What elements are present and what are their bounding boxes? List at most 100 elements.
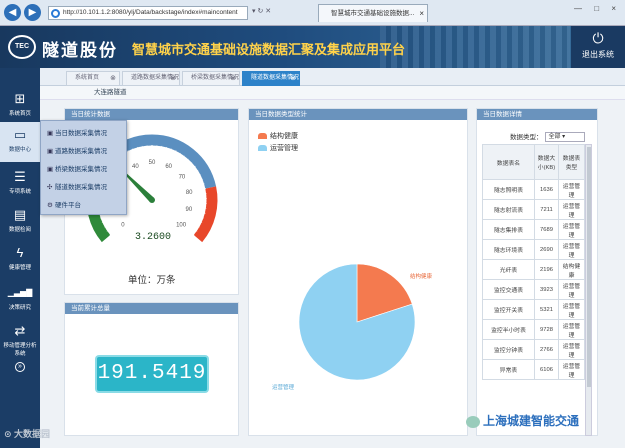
cumulative-counter: 191.5419: [97, 357, 207, 391]
column-header: 数据表类型: [558, 144, 585, 180]
gauge-tick: [182, 155, 185, 160]
table-row[interactable]: 监控开关表 5321 运营管理: [482, 299, 585, 320]
legend-swatch: [258, 133, 267, 140]
table-cell: 5321: [534, 299, 559, 320]
legend-label: 结构健康: [270, 133, 298, 140]
gauge-tick: [185, 158, 189, 163]
column-header: 数据大小(KB): [534, 144, 559, 180]
table-cell: 隧志环境表: [482, 239, 535, 260]
table-cell: 运营管理: [558, 359, 585, 380]
gauge-tick: [186, 229, 195, 236]
pie-chart: [298, 263, 416, 381]
table-cell: 运营管理: [558, 239, 585, 260]
table-cell: 运营管理: [558, 279, 585, 300]
flyout-label: 硬件平台: [55, 202, 81, 209]
tunnel-icon: ✣: [47, 184, 53, 191]
legend-item-operation[interactable]: 运营管理: [258, 143, 298, 153]
table-cell: 2196: [534, 259, 559, 280]
table-cell: 监控分钟表: [482, 339, 535, 360]
gauge-tick: [200, 183, 205, 186]
gauge-hub: [149, 197, 155, 203]
gauge-tick-label: 100: [176, 222, 187, 228]
flyout-item-road[interactable]: ▣ 道路数据采集情况: [47, 145, 107, 155]
wechat-icon: [466, 415, 480, 428]
table-row[interactable]: 光纤表 2196 结构健康: [482, 259, 585, 280]
flyout-label: 道路数据采集情况: [55, 148, 107, 155]
gauge-unit: 单位：万条: [128, 275, 176, 286]
gauge-tick-label: 60: [165, 164, 172, 170]
table-row[interactable]: 异常表 6106 运营管理: [482, 359, 585, 380]
pie-label-operation: 运营管理: [272, 385, 295, 391]
table-cell: 7689: [534, 219, 559, 240]
gauge-tick: [132, 148, 135, 153]
gauge-tick-label: 0: [121, 222, 125, 228]
gauge-tick-label: 70: [179, 175, 186, 181]
table-row[interactable]: 监控交通表 3923 运营管理: [482, 279, 585, 300]
detail-table: 数据表名 数据大小(KB) 数据表类型 隧志照明表 1636 运营管理 隧志射流表 72…: [482, 144, 585, 380]
gauge-tick: [199, 178, 203, 181]
gauge-tick: [99, 216, 104, 219]
gauge-tick: [193, 228, 198, 232]
type-filter: 数据类型： 全部 ▾: [510, 131, 585, 143]
flyout-item-hardware[interactable]: ⚙ 硬件平台: [47, 199, 81, 209]
type-select[interactable]: 全部 ▾: [544, 132, 585, 143]
gauge-tick: [202, 207, 207, 209]
table-cell: 监控交通表: [482, 279, 535, 300]
type-filter-label: 数据类型：: [510, 134, 543, 141]
table-row[interactable]: 隧志射流表 7211 运营管理: [482, 199, 585, 220]
table-cell: 结构健康: [558, 259, 585, 280]
gauge-tick: [109, 229, 118, 236]
table-cell: 异常表: [482, 359, 535, 380]
gauge-tick-label: 50: [149, 160, 156, 166]
gauge-tick: [196, 188, 206, 191]
gauge-tick: [197, 174, 201, 177]
table-cell: 隧志射流表: [482, 199, 535, 220]
table-cell: 光纤表: [482, 259, 535, 280]
table-cell: 运营管理: [558, 319, 585, 340]
gauge-tick: [169, 148, 172, 153]
table-scrollbar[interactable]: [585, 144, 592, 436]
gauge-tick: [187, 165, 196, 173]
gauge-tick-label: 90: [186, 207, 193, 213]
table-row[interactable]: 监控分钟表 2766 运营管理: [482, 339, 585, 360]
hardware-icon: ⚙: [47, 202, 53, 209]
watermark-secondary-text: 大数据园: [14, 429, 51, 439]
data-center-flyout: ▣ 当日数据采集情况 ▣ 道路数据采集情况 ▣ 桥梁数据采集情况 ✣ 隧道数据采集情况 …: [40, 120, 127, 215]
table-row[interactable]: 监控半小时表 9728 运营管理: [482, 319, 585, 340]
flyout-label: 隧道数据采集情况: [55, 184, 107, 191]
scroll-thumb[interactable]: [587, 147, 591, 387]
table-cell: 6106: [534, 359, 559, 380]
gauge-tick: [165, 146, 168, 151]
gauge-tick: [136, 146, 139, 151]
image-icon: ▣: [47, 130, 54, 137]
watermark-secondary: ⊙ 大数据园: [4, 429, 51, 439]
gauge-tick: [171, 150, 177, 159]
type-select-value: 全部: [548, 134, 561, 141]
gauge-tick: [189, 162, 193, 166]
table-row[interactable]: 隧志照明表 1636 运营管理: [482, 179, 585, 200]
gauge-tick: [196, 224, 200, 228]
table-row[interactable]: 隧志集排表 7689 运营管理: [482, 219, 585, 240]
legend-item-structure[interactable]: 结构健康: [258, 131, 298, 141]
table-cell: 2766: [534, 339, 559, 360]
gauge-tick: [141, 145, 144, 150]
gauge-tick: [106, 228, 111, 232]
table-header-row: 数据表名 数据大小(KB) 数据表类型: [482, 144, 585, 180]
gauge-tick: [178, 152, 181, 157]
flyout-item-today[interactable]: ▣ 当日数据采集情况: [47, 127, 107, 137]
table-row[interactable]: 隧志环境表 2690 运营管理: [482, 239, 585, 260]
gauge-tick-label: 40: [132, 164, 139, 170]
road-icon: ▣: [47, 148, 54, 155]
table-cell: 隧志照明表: [482, 179, 535, 200]
flyout-item-tunnel[interactable]: ✣ 隧道数据采集情况: [47, 181, 107, 191]
legend-label: 运营管理: [270, 145, 298, 152]
gauge-value: 3.2600: [135, 232, 172, 243]
gauge-tick: [200, 216, 205, 219]
gauge-tick: [160, 145, 163, 150]
gauge-tick: [104, 224, 108, 228]
flyout-label: 当日数据采集情况: [55, 130, 107, 137]
table-cell: 运营管理: [558, 179, 585, 200]
pie-label-structure: 结构健康: [410, 274, 433, 280]
flyout-label: 桥梁数据采集情况: [55, 166, 107, 173]
flyout-item-bridge[interactable]: ▣ 桥梁数据采集情况: [47, 163, 107, 173]
